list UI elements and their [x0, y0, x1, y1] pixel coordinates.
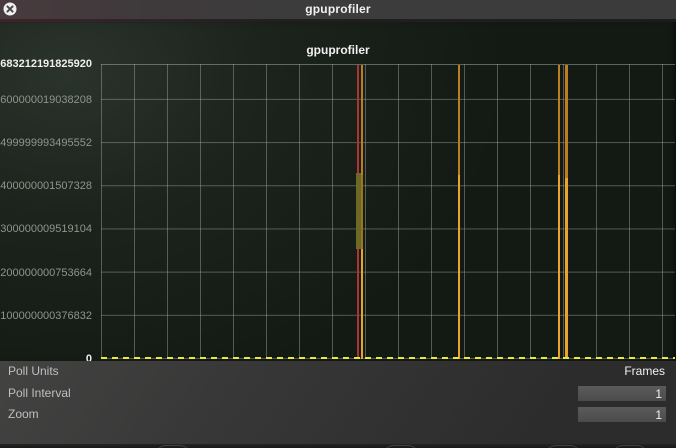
poll-interval-input[interactable] [578, 386, 666, 401]
y-tick-label-4: 300000009519104 [0, 223, 92, 236]
spike-segment [360, 249, 363, 359]
y-tick-label-5: 200000000753664 [0, 266, 92, 279]
zoom-label: Zoom [8, 407, 39, 421]
controls-panel: Poll Units Frames Poll Interval Zoom Pau… [0, 361, 676, 448]
spike-segment [458, 174, 461, 359]
spike-segment [360, 65, 363, 175]
y-tick-label-1: 600000019038208 [0, 93, 92, 106]
chart-region: gpuprofiler 683212191825920 6000000190382… [0, 22, 676, 378]
spike-segment [458, 65, 461, 175]
spike-segment [360, 174, 363, 250]
spike-dmx [558, 65, 561, 359]
chart-plot-area [101, 64, 675, 359]
y-tick-label-6: 100000000376832 [0, 309, 92, 322]
window-title: gpuprofiler [305, 2, 371, 16]
spike-segment [558, 174, 561, 359]
poll-units-value[interactable]: Frames [624, 364, 665, 378]
spike-segment [565, 65, 569, 178]
gpuprofiler-window: gpuprofiler gpuprofiler 683212191825920 6… [0, 0, 676, 448]
titlebar: gpuprofiler [0, 0, 676, 19]
page-title: gpuprofiler [306, 43, 370, 57]
y-axis-labels: 683212191825920 600000019038208 4999999934… [0, 58, 96, 365]
zoom-input[interactable] [578, 407, 666, 422]
poll-units-label: Poll Units [8, 364, 59, 378]
y-tick-label-3: 400000001507328 [0, 180, 92, 193]
spike-dmx [458, 65, 461, 359]
y-tick-label-0: 683212191825920 [0, 58, 92, 70]
spike-dmx [565, 65, 569, 359]
zero-baseline [101, 357, 675, 359]
y-tick-label-2: 499999993495552 [0, 137, 92, 150]
poll-interval-label: Poll Interval [8, 386, 71, 400]
spike-segment [558, 65, 561, 175]
spike-dmx [360, 65, 363, 359]
spike-segment [565, 177, 569, 359]
